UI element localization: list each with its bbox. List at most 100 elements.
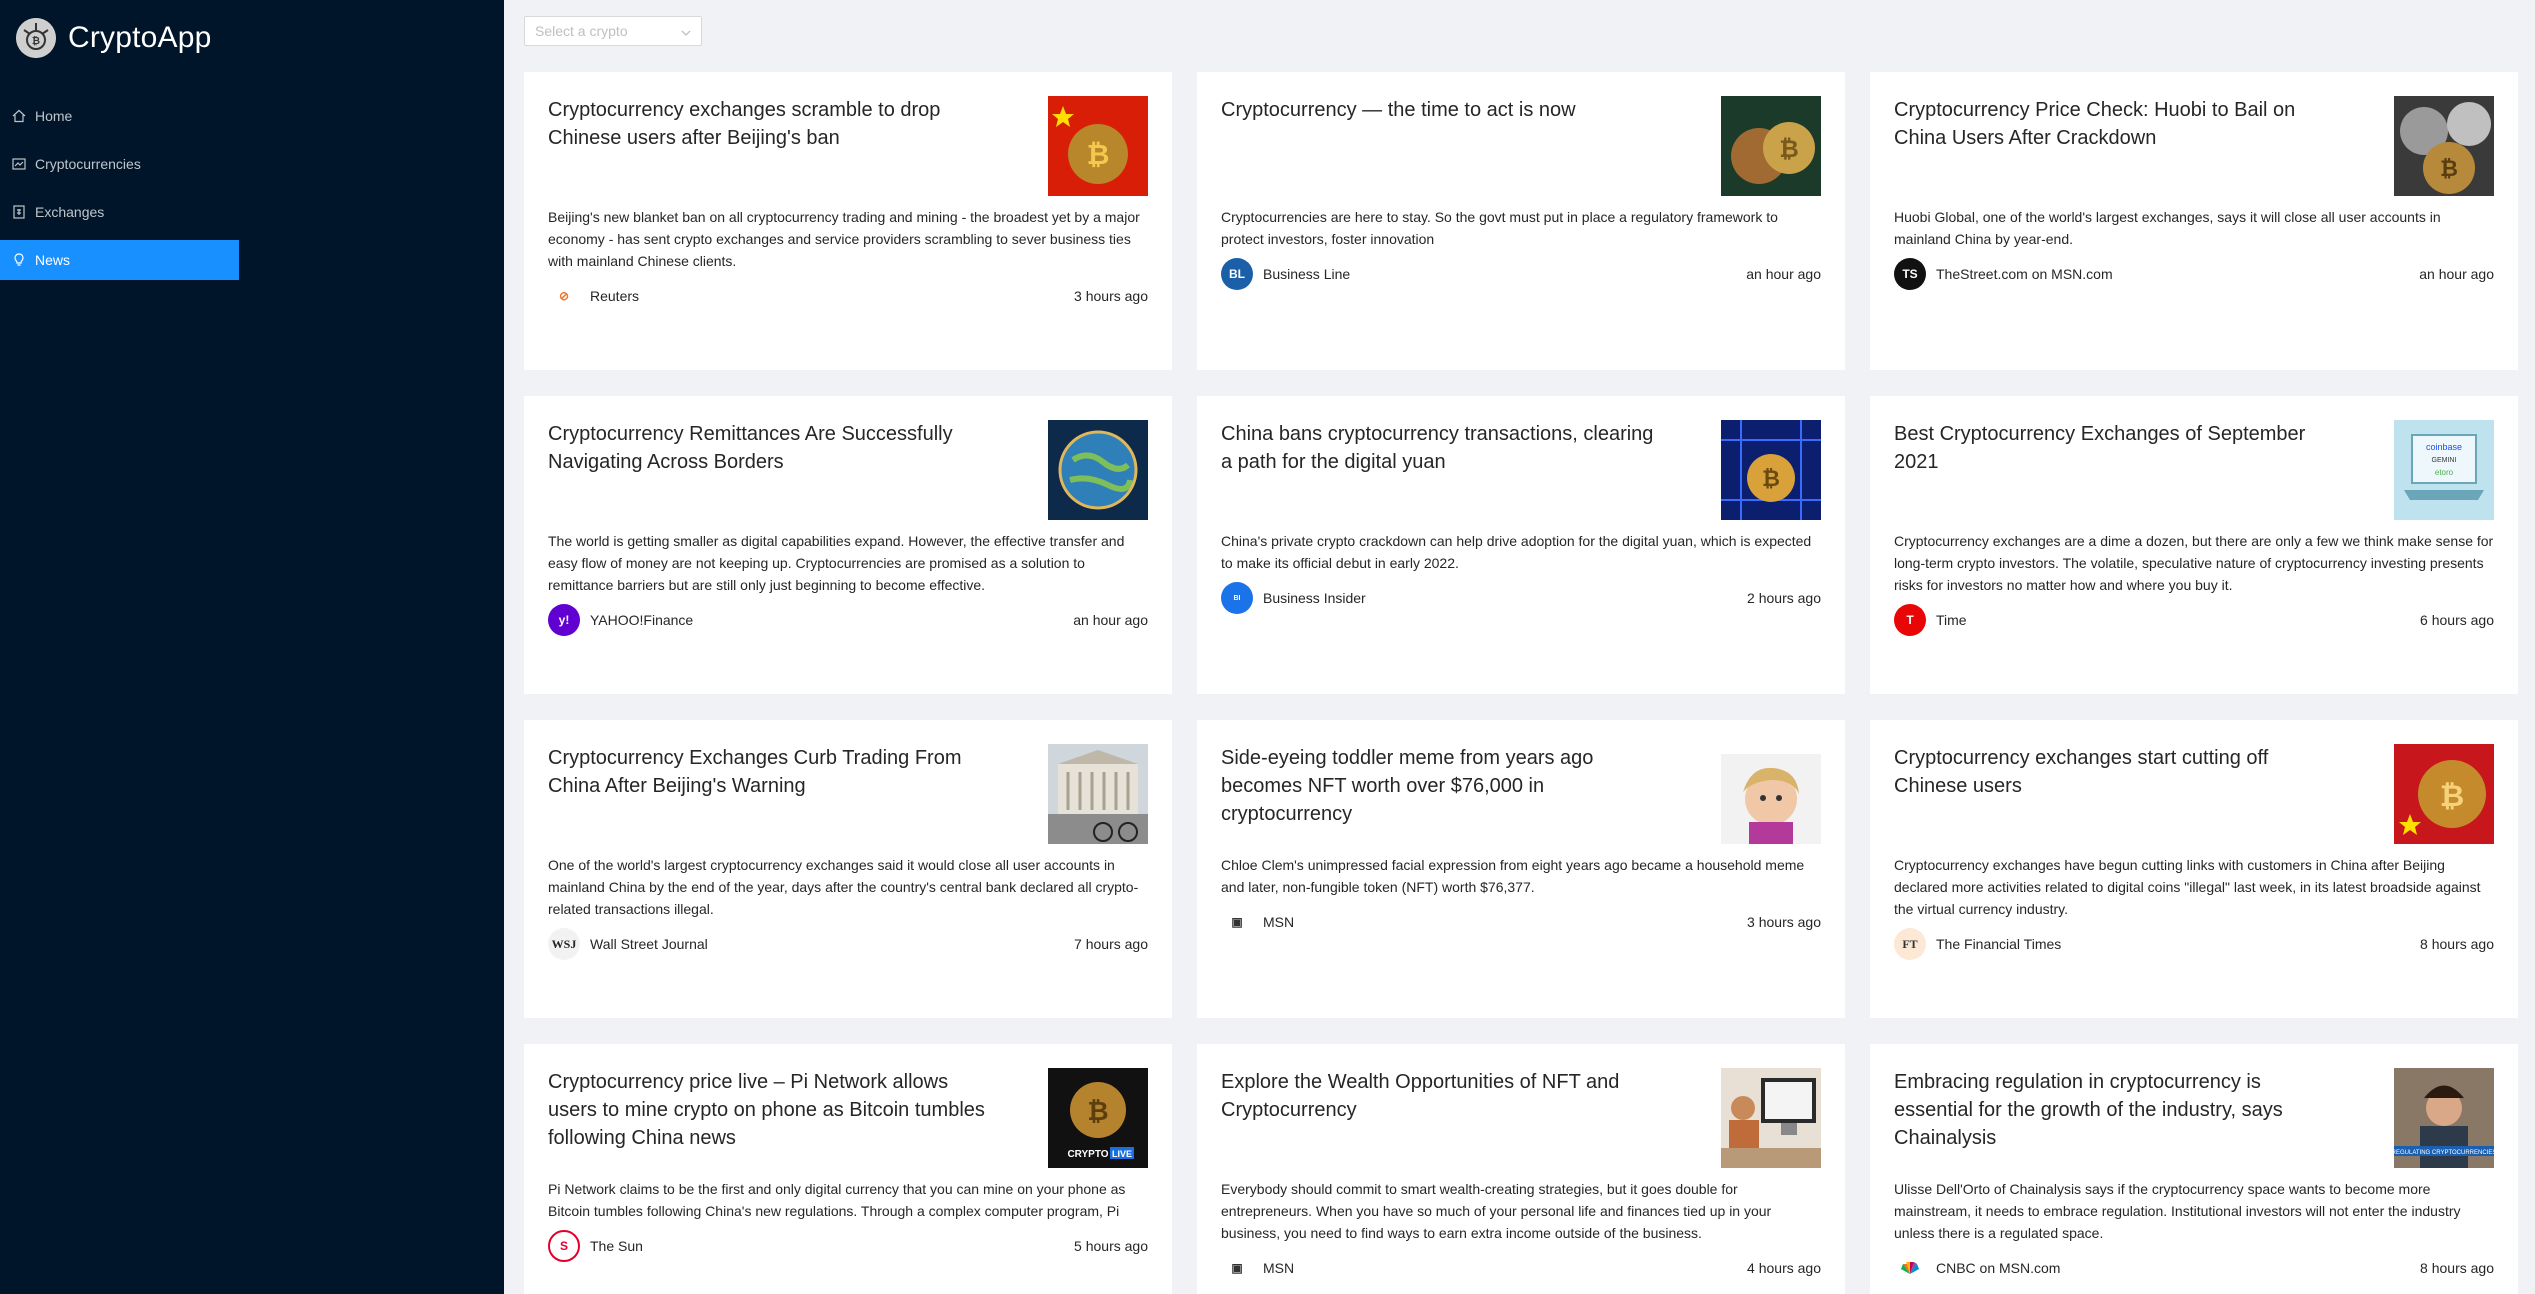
news-title[interactable]: Cryptocurrency Remittances Are Successfu… [548, 420, 988, 520]
news-thumbnail: coinbase GEMINI etoro [2394, 420, 2494, 520]
news-title[interactable]: Explore the Wealth Opportunities of NFT … [1221, 1068, 1661, 1168]
news-provider[interactable]: ▣ MSN [1221, 906, 1294, 938]
svg-text:GEMINI: GEMINI [2432, 457, 2457, 464]
news-card[interactable]: Cryptocurrency — the time to act is now … [1197, 72, 1845, 370]
news-thumbnail [1048, 744, 1148, 844]
thumb-label: CRYPTO [1067, 1149, 1108, 1160]
provider-name: Reuters [590, 288, 640, 304]
svg-text:₿: ₿ [2440, 156, 2458, 181]
chevron-down-icon [681, 25, 691, 41]
news-description: Pi Network claims to be the first and on… [548, 1181, 1126, 1219]
provider-name: YAHOO!Finance [590, 612, 694, 628]
svg-text:coinbase: coinbase [2426, 442, 2462, 452]
provider-logo: T [1894, 604, 1926, 636]
menu-item-cryptocurrencies[interactable]: Cryptocurrencies [0, 144, 239, 184]
provider-name: Business Line [1263, 266, 1351, 282]
news-provider[interactable]: TS TheStreet.com on MSN.com [1894, 258, 2113, 290]
provider-name: CNBC on MSN.com [1936, 1260, 2061, 1276]
news-title[interactable]: Side-eyeing toddler meme from years ago … [1221, 744, 1661, 844]
news-time: an hour ago [1746, 266, 1821, 282]
provider-logo: BL [1221, 258, 1253, 290]
news-provider[interactable]: y! YAHOO!Finance [548, 604, 693, 636]
news-card[interactable]: China bans cryptocurrency transactions, … [1197, 396, 1845, 694]
menu-item-news[interactable]: News [0, 240, 239, 280]
news-time: 4 hours ago [1747, 1260, 1821, 1276]
news-provider[interactable]: T Time [1894, 604, 1967, 636]
news-description: China's private crypto crackdown can hel… [1221, 533, 1812, 571]
svg-text:₿: ₿ [2440, 780, 2464, 813]
news-title[interactable]: Cryptocurrency price live – Pi Network a… [548, 1068, 988, 1168]
news-provider[interactable]: S The Sun [548, 1230, 643, 1262]
menu-item-home[interactable]: Home [0, 96, 239, 136]
logo[interactable]: ₿ CryptoApp [16, 18, 212, 58]
news-time: an hour ago [1073, 612, 1148, 628]
news-thumbnail: REGULATING CRYPTOCURRENCIES [2394, 1068, 2494, 1168]
news-title[interactable]: Cryptocurrency exchanges start cutting o… [1894, 744, 2334, 844]
news-card[interactable]: Cryptocurrency exchanges start cutting o… [1870, 720, 2518, 1018]
crypto-select[interactable]: Select a crypto [524, 16, 702, 46]
provider-name: Business Insider [1263, 590, 1366, 606]
news-card[interactable]: Cryptocurrency price live – Pi Network a… [524, 1044, 1172, 1294]
news-card[interactable]: Cryptocurrency Price Check: Huobi to Bai… [1870, 72, 2518, 370]
news-card[interactable]: Explore the Wealth Opportunities of NFT … [1197, 1044, 1845, 1294]
provider-name: The Financial Times [1936, 936, 2062, 952]
news-thumbnail [1048, 420, 1148, 520]
news-description: Ulisse Dell'Orto of Chainalysis says if … [1894, 1181, 2461, 1241]
news-provider[interactable]: WSJ Wall Street Journal [548, 928, 708, 960]
news-provider[interactable]: ⊘ Reuters [548, 280, 639, 312]
news-provider[interactable]: FT The Financial Times [1894, 928, 2061, 960]
svg-text:REGULATING CRYPTOCURRENCIES: REGULATING CRYPTOCURRENCIES [2394, 1150, 2494, 1156]
news-title[interactable]: China bans cryptocurrency transactions, … [1221, 420, 1661, 520]
provider-logo [1894, 1252, 1926, 1284]
news-title[interactable]: Cryptocurrency Exchanges Curb Trading Fr… [548, 744, 988, 844]
menu-item-label: News [35, 252, 71, 268]
news-provider[interactable]: BL Business Line [1221, 258, 1350, 290]
news-thumbnail: ₿ [1721, 420, 1821, 520]
provider-logo: y! [548, 604, 580, 636]
news-provider[interactable]: ▣ MSN [1221, 1252, 1294, 1284]
news-card[interactable]: Side-eyeing toddler meme from years ago … [1197, 720, 1845, 1018]
news-description: Everybody should commit to smart wealth-… [1221, 1181, 1772, 1241]
menu-item-label: Home [35, 108, 73, 124]
provider-name: MSN [1263, 1260, 1295, 1276]
news-card[interactable]: Cryptocurrency Remittances Are Successfu… [524, 396, 1172, 694]
news-title[interactable]: Cryptocurrency Price Check: Huobi to Bai… [1894, 96, 2334, 196]
news-thumbnail: ₿ [2394, 96, 2494, 196]
provider-logo: WSJ [548, 928, 580, 960]
news-time: 7 hours ago [1074, 936, 1148, 952]
news-card[interactable]: Cryptocurrency Exchanges Curb Trading Fr… [524, 720, 1172, 1018]
app-title[interactable]: CryptoApp [68, 21, 212, 55]
news-title[interactable]: Best Cryptocurrency Exchanges of Septemb… [1894, 420, 2334, 520]
svg-text:₿: ₿ [1779, 136, 1799, 163]
menu-item-exchanges[interactable]: Exchanges [0, 192, 239, 232]
news-description: One of the world's largest cryptocurrenc… [548, 857, 1139, 917]
news-provider[interactable]: BI Business Insider [1221, 582, 1366, 614]
news-time: 8 hours ago [2420, 936, 2494, 952]
news-card[interactable]: Cryptocurrency exchanges scramble to dro… [524, 72, 1172, 370]
home-icon [12, 109, 26, 123]
svg-text:etoro: etoro [2435, 468, 2454, 477]
bulb-icon [12, 253, 26, 267]
news-description: Beijing's new blanket ban on all cryptoc… [548, 209, 1140, 269]
news-provider[interactable]: CNBC on MSN.com [1894, 1252, 2060, 1284]
news-thumbnail: ₿ [2394, 744, 2494, 844]
svg-text:₿: ₿ [32, 35, 40, 47]
svg-text:₿: ₿ [1762, 466, 1780, 491]
news-thumbnail [1721, 1068, 1821, 1168]
fund-icon [12, 157, 26, 171]
news-title[interactable]: Cryptocurrency exchanges scramble to dro… [548, 96, 988, 196]
news-card[interactable]: Best Cryptocurrency Exchanges of Septemb… [1870, 396, 2518, 694]
provider-name: Time [1936, 612, 1967, 628]
menu-item-label: Exchanges [35, 204, 105, 220]
provider-logo: ▣ [1221, 1252, 1253, 1284]
news-thumbnail: ₿ CRYPTO LIVE [1048, 1068, 1148, 1168]
provider-logo: ▣ [1221, 906, 1253, 938]
news-title[interactable]: Cryptocurrency — the time to act is now [1221, 96, 1661, 196]
news-title[interactable]: Embracing regulation in cryptocurrency i… [1894, 1068, 2334, 1168]
news-time: 6 hours ago [2420, 612, 2494, 628]
news-card[interactable]: Embracing regulation in cryptocurrency i… [1870, 1044, 2518, 1294]
news-time: 3 hours ago [1074, 288, 1148, 304]
logo-avatar-icon: ₿ [16, 18, 56, 58]
news-description: The world is getting smaller as digital … [548, 533, 1125, 593]
provider-name: The Sun [590, 1238, 643, 1254]
